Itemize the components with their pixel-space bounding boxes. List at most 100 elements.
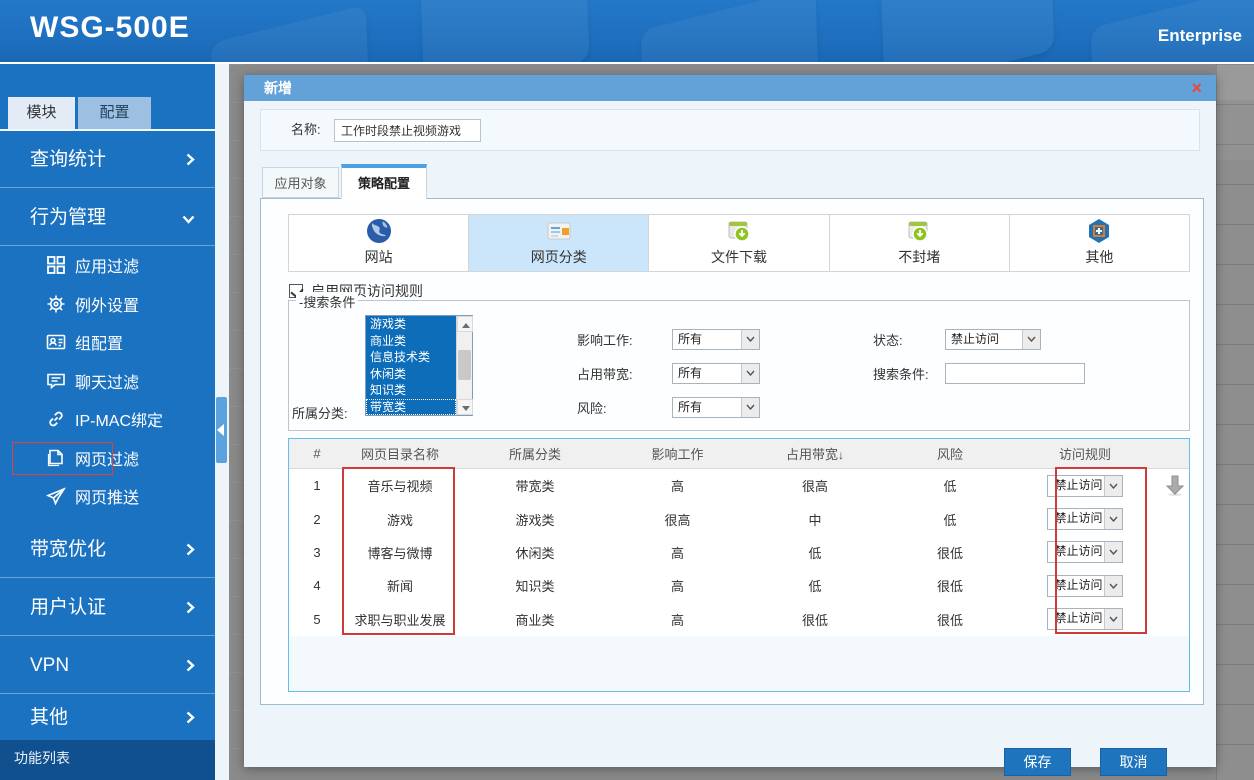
apply-rule-to-all-icon[interactable] bbox=[1166, 475, 1184, 496]
rule-select[interactable]: 禁止访问 bbox=[1047, 575, 1123, 597]
cell-risk: 低 bbox=[890, 510, 1010, 529]
col-header-bandwidth[interactable]: 占用带宽↓ bbox=[740, 444, 890, 463]
tab-apply-object[interactable]: 应用对象 bbox=[262, 167, 339, 198]
tab-file-download[interactable]: 文件下载 bbox=[649, 215, 829, 271]
category-option[interactable]: 休闲类 bbox=[366, 366, 456, 383]
chevron-down-icon bbox=[1104, 476, 1122, 496]
cell-name: 音乐与视频 bbox=[345, 476, 455, 495]
sidebar-item-ip-mac-binding[interactable]: IP-MAC绑定 bbox=[0, 400, 215, 439]
name-label: 名称: bbox=[291, 110, 321, 150]
sort-desc-icon: ↓ bbox=[838, 448, 844, 462]
category-option[interactable]: 商业类 bbox=[366, 333, 456, 350]
category-options: 游戏类 商业类 信息技术类 休闲类 知识类 带宽类 bbox=[366, 316, 456, 415]
impact-filter-row: 影响工作: 所有 bbox=[577, 328, 760, 350]
section-label: 其他 bbox=[30, 707, 68, 728]
chevron-down-icon bbox=[182, 215, 195, 224]
sidebar-item-chat-filter[interactable]: 聊天过滤 bbox=[0, 362, 215, 401]
impact-filter-label: 影响工作: bbox=[577, 330, 672, 349]
sidebar-item-user-auth[interactable]: 用户认证 bbox=[0, 579, 215, 636]
cell-category: 商业类 bbox=[455, 610, 615, 629]
page: WSG-500E Enterprise 模块 配置 查询统计 行为管理 应用过滤 bbox=[0, 0, 1254, 780]
close-icon[interactable]: × bbox=[1191, 75, 1202, 101]
name-field-row: 名称: bbox=[260, 109, 1200, 151]
sidebar-tab-config[interactable]: 配置 bbox=[78, 97, 151, 129]
rule-select[interactable]: 禁止访问 bbox=[1047, 475, 1123, 497]
sidebar-submenu: 应用过滤 例外设置 组配置 聊天过滤 IP-MAC绑定 网页过滤 bbox=[0, 246, 215, 516]
tab-website[interactable]: 网站 bbox=[289, 215, 469, 271]
section-label: 用户认证 bbox=[30, 597, 106, 618]
sidebar-item-bandwidth-opt[interactable]: 带宽优化 bbox=[0, 521, 215, 578]
gear-icon bbox=[46, 294, 66, 314]
chevron-down-icon bbox=[741, 398, 759, 417]
dimmed-content-right bbox=[1216, 64, 1254, 780]
cancel-button[interactable]: 取消 bbox=[1100, 748, 1167, 776]
sidebar-item-exception-settings[interactable]: 例外设置 bbox=[0, 285, 215, 324]
name-input[interactable] bbox=[334, 119, 481, 142]
tab-web-category[interactable]: 网页分类 bbox=[469, 215, 649, 271]
link-icon bbox=[46, 409, 66, 429]
category-option[interactable]: 信息技术类 bbox=[366, 349, 456, 366]
cell-impact: 高 bbox=[615, 476, 740, 495]
category-listbox[interactable]: 游戏类 商业类 信息技术类 休闲类 知识类 带宽类 bbox=[365, 315, 473, 416]
select-value: 禁止访问 bbox=[946, 330, 1022, 349]
chevron-right-icon bbox=[186, 711, 195, 724]
sidebar-item-web-push[interactable]: 网页推送 bbox=[0, 477, 215, 516]
submenu-label: 例外设置 bbox=[75, 292, 139, 316]
banner-decoration bbox=[211, 5, 370, 62]
col-header-num: # bbox=[289, 446, 345, 461]
sidebar-item-query-stats[interactable]: 查询统计 bbox=[0, 131, 215, 188]
col-header-category: 所属分类 bbox=[455, 444, 615, 463]
select-value: 所有 bbox=[673, 330, 741, 349]
category-option[interactable]: 游戏类 bbox=[366, 316, 456, 333]
cell-bandwidth: 低 bbox=[740, 543, 890, 562]
status-filter-select[interactable]: 禁止访问 bbox=[945, 329, 1041, 350]
tab-other[interactable]: 其他 bbox=[1010, 215, 1189, 271]
sidebar-item-group-config[interactable]: 组配置 bbox=[0, 323, 215, 362]
chat-icon bbox=[46, 371, 66, 391]
rule-select[interactable]: 禁止访问 bbox=[1047, 508, 1123, 530]
app-logo: WSG-500E bbox=[30, 11, 190, 45]
category-option[interactable]: 带宽类 bbox=[366, 399, 456, 416]
chevron-down-icon bbox=[1104, 542, 1122, 562]
sidebar-footer: 功能列表 bbox=[0, 740, 215, 780]
rule-select[interactable]: 禁止访问 bbox=[1047, 541, 1123, 563]
scroll-down-icon[interactable] bbox=[457, 399, 473, 415]
sidebar-item-other[interactable]: 其他 bbox=[0, 695, 215, 740]
status-filter-label: 状态: bbox=[873, 330, 945, 349]
cell-name: 游戏 bbox=[345, 510, 455, 529]
keyword-input[interactable] bbox=[945, 363, 1085, 384]
cell-impact: 高 bbox=[615, 610, 740, 629]
col-header-bandwidth-label: 占用带宽 bbox=[786, 447, 838, 462]
cell-name: 求职与职业发展 bbox=[345, 610, 455, 629]
rule-select[interactable]: 禁止访问 bbox=[1047, 608, 1123, 630]
listbox-scrollbar[interactable] bbox=[456, 316, 472, 415]
scroll-up-icon[interactable] bbox=[457, 316, 473, 332]
chevron-down-icon bbox=[1022, 330, 1040, 349]
tab-policy-config[interactable]: 策略配置 bbox=[341, 164, 427, 199]
keyword-filter-label: 搜索条件: bbox=[873, 364, 945, 383]
cell-rule: 禁止访问 bbox=[1010, 608, 1160, 630]
chevron-down-icon bbox=[1104, 609, 1122, 629]
sidebar-item-app-filter[interactable]: 应用过滤 bbox=[0, 246, 215, 285]
cell-risk: 低 bbox=[890, 476, 1010, 495]
table-row: 4 新闻 知识类 高 低 很低 禁止访问 bbox=[289, 569, 1189, 602]
risk-filter-select[interactable]: 所有 bbox=[672, 397, 760, 418]
sidebar-item-vpn[interactable]: VPN bbox=[0, 637, 215, 694]
scrollbar-thumb[interactable] bbox=[458, 350, 471, 380]
cell-num: 2 bbox=[289, 512, 345, 527]
sidebar-item-behavior-mgmt[interactable]: 行为管理 bbox=[0, 189, 215, 246]
category-option[interactable]: 知识类 bbox=[366, 382, 456, 399]
bandwidth-filter-select[interactable]: 所有 bbox=[672, 363, 760, 384]
search-conditions-group: -搜索条件 所属分类: 游戏类 商业类 信息技术类 休闲类 知识类 带宽类 bbox=[288, 300, 1190, 431]
sidebar-item-web-filter[interactable]: 网页过滤 bbox=[0, 439, 215, 478]
sidebar-tab-modules[interactable]: 模块 bbox=[8, 97, 75, 129]
cell-bandwidth: 很高 bbox=[740, 476, 890, 495]
sidebar-collapse-handle[interactable] bbox=[216, 397, 227, 463]
impact-filter-select[interactable]: 所有 bbox=[672, 329, 760, 350]
add-policy-dialog: 新增 × 名称: 应用对象 策略配置 网站 bbox=[244, 75, 1216, 767]
tab-unblock[interactable]: 不封堵 bbox=[830, 215, 1010, 271]
save-button[interactable]: 保存 bbox=[1004, 748, 1071, 776]
submenu-label: IP-MAC绑定 bbox=[75, 407, 163, 431]
dialog-title: 新增 bbox=[264, 75, 292, 101]
edition-label: Enterprise bbox=[1158, 26, 1242, 46]
